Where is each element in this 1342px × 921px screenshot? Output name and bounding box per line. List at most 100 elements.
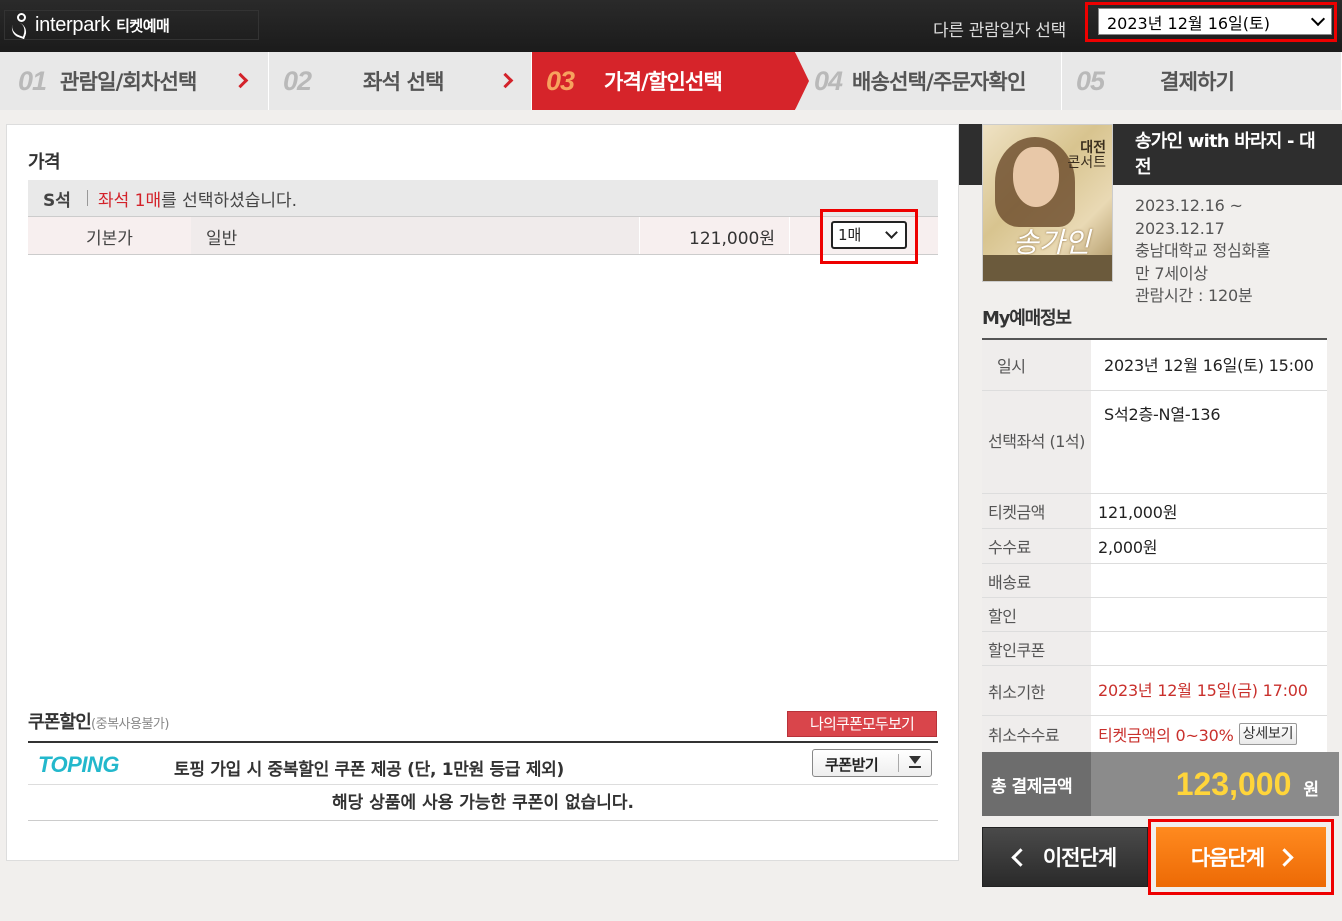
- download-icon: [909, 756, 921, 770]
- info-key: 배송료: [982, 564, 1091, 597]
- price-name: 일반: [191, 217, 640, 254]
- chevron-down-icon: [885, 226, 898, 239]
- step-5-label: 결제하기: [1160, 70, 1235, 94]
- info-value: [1091, 598, 1327, 631]
- my-booking-table: 일시 2023년 12월 16일(토) 15:00 선택좌석 (1석) S석2층…: [982, 338, 1327, 753]
- other-date-label: 다른 관람일자 선택: [933, 21, 1066, 41]
- coupon-title-text: 쿠폰할인: [28, 712, 92, 733]
- info-value: 2023년 12월 15일(금) 17:00: [1091, 666, 1327, 715]
- info-key: 취소수수료: [982, 716, 1091, 752]
- step-3-number: 03: [546, 65, 575, 96]
- info-row-cancel-deadline: 취소기한 2023년 12월 15일(금) 17:00: [982, 666, 1327, 716]
- get-coupon-button[interactable]: 쿠폰받기: [812, 749, 932, 777]
- info-key: 수수료: [982, 529, 1091, 563]
- quantity-value: 1매: [838, 226, 862, 244]
- total-label: 총 결제금액: [982, 752, 1091, 816]
- info-row-fee: 수수료 2,000원: [982, 529, 1327, 564]
- previous-step-label: 이전단계: [1042, 846, 1117, 870]
- total-payment: 총 결제금액 123,000 원: [982, 752, 1339, 816]
- logo-text: interpark: [35, 13, 111, 36]
- step-2-label: 좌석 선택: [363, 70, 444, 94]
- step-2[interactable]: 02 좌석 선택: [269, 52, 532, 110]
- step-navigation: 01 관람일/회차선택 02 좌석 선택 03 가격/할인선택 04 배송선택/…: [0, 52, 1342, 110]
- date-select[interactable]: 2023년 12월 16일(토): [1098, 8, 1332, 35]
- show-info: 2023.12.16 ~ 2023.12.17 충남대학교 정심화홀 만 7세이…: [1135, 195, 1271, 308]
- step-2-number: 02: [283, 65, 312, 96]
- show-runtime: 관람시간 : 120분: [1135, 286, 1253, 305]
- step-1[interactable]: 01 관람일/회차선택: [0, 52, 269, 110]
- info-value: S석2층-N열-136: [1091, 391, 1327, 493]
- info-value: 티켓금액의 0~30% 상세보기: [1091, 716, 1327, 752]
- divider: [87, 190, 88, 206]
- step-3[interactable]: 03 가격/할인선택: [532, 52, 809, 110]
- info-row-discount: 할인: [982, 598, 1327, 632]
- show-venue: 충남대학교 정심화홀: [1135, 241, 1271, 260]
- interpark-logo[interactable]: interpark 티켓예매: [4, 10, 259, 40]
- step-4[interactable]: 04 배송선택/주문자확인: [796, 52, 1062, 110]
- previous-step-button[interactable]: 이전단계: [982, 827, 1148, 887]
- view-my-coupons-button[interactable]: 나의쿠폰모두보기: [787, 711, 937, 737]
- step-4-label: 배송선택/주문자확인: [852, 70, 1026, 94]
- step-5[interactable]: 05 결제하기: [1062, 52, 1342, 110]
- my-booking-title: My예매정보: [982, 308, 1072, 329]
- toping-message: 토핑 가입 시 중복할인 쿠폰 제공 (단, 1만원 등급 제외): [174, 760, 564, 780]
- quantity-highlight: 1매: [820, 209, 918, 264]
- info-value: 2,000원: [1091, 529, 1327, 563]
- info-row-seat: 선택좌석 (1석) S석2층-N열-136: [982, 391, 1327, 494]
- show-age: 만 7세이상: [1135, 263, 1208, 283]
- price-row: 기본가 일반 121,000원: [28, 217, 938, 255]
- show-poster: 대전 콘서트 송가인: [982, 124, 1113, 282]
- info-key: 일시: [982, 340, 1091, 390]
- price-type: 기본가: [28, 217, 191, 254]
- step-3-label: 가격/할인선택: [604, 70, 723, 94]
- seat-count: 좌석 1매: [98, 190, 162, 211]
- info-row-cancel-fee: 취소수수료 티켓금액의 0~30% 상세보기: [982, 716, 1327, 753]
- total-value: 123,000: [1175, 765, 1292, 802]
- poster-line-2: 콘서트: [1067, 155, 1106, 171]
- info-value: 121,000원: [1091, 494, 1327, 528]
- info-row-delivery: 배송료: [982, 564, 1327, 598]
- coupon-title: 쿠폰할인(중복사용불가): [28, 708, 169, 734]
- date-select-highlight: 2023년 12월 16일(토): [1085, 2, 1337, 42]
- cancel-fee-detail-button[interactable]: 상세보기: [1238, 723, 1298, 745]
- next-step-highlight: 다음단계: [1148, 819, 1334, 895]
- info-value: [1091, 632, 1327, 665]
- step-1-number: 01: [18, 65, 47, 96]
- info-key: 할인: [982, 598, 1091, 631]
- divider: [898, 754, 899, 772]
- poster-face: [1013, 147, 1059, 207]
- chevron-right-icon: [497, 72, 514, 89]
- poster-bottom: [983, 255, 1112, 281]
- info-value: 2023년 12월 16일(토) 15:00: [1091, 340, 1327, 390]
- next-step-button[interactable]: 다음단계: [1156, 827, 1326, 887]
- chevron-right-icon: [1275, 847, 1294, 867]
- step-1-label: 관람일/회차선택: [60, 70, 197, 94]
- seat-selection-message: 좌석 1매를 선택하셨습니다.: [98, 186, 297, 211]
- coupon-subtitle: (중복사용불가): [91, 717, 169, 732]
- chevron-down-icon: [1310, 11, 1326, 27]
- info-key: 할인쿠폰: [982, 632, 1091, 665]
- person-icon: [9, 12, 31, 40]
- seat-grade-bar: S석 좌석 1매를 선택하셨습니다.: [28, 180, 938, 217]
- info-row-datetime: 일시 2023년 12월 16일(토) 15:00: [982, 340, 1327, 391]
- show-period-end: 2023.12.17: [1135, 218, 1225, 238]
- info-key: 티켓금액: [982, 494, 1091, 528]
- date-select-value: 2023년 12월 16일(토): [1107, 13, 1270, 33]
- info-key: 취소기한: [982, 666, 1091, 715]
- step-5-number: 05: [1076, 65, 1105, 96]
- step-4-number: 04: [814, 65, 843, 96]
- no-coupon-message: 해당 상품에 사용 가능한 쿠폰이 없습니다.: [28, 785, 938, 821]
- seat-message-suffix: 를 선택하셨습니다.: [161, 190, 298, 211]
- toping-logo: TOPING: [38, 752, 119, 777]
- quantity-select[interactable]: 1매: [831, 221, 907, 249]
- info-value: [1091, 564, 1327, 597]
- info-row-ticket-price: 티켓금액 121,000원: [982, 494, 1327, 529]
- show-title: 송가인 with 바라지 - 대전: [1135, 131, 1316, 178]
- toping-coupon-row: TOPING 토핑 가입 시 중복할인 쿠폰 제공 (단, 1만원 등급 제외)…: [28, 743, 938, 785]
- show-period-start: 2023.12.16 ~: [1135, 196, 1243, 215]
- get-coupon-label: 쿠폰받기: [825, 756, 879, 774]
- chevron-left-icon: [1011, 847, 1030, 867]
- cancel-fee-text: 티켓금액의 0~30%: [1098, 726, 1234, 745]
- price-panel: 가격 S석 좌석 1매를 선택하셨습니다. 기본가 일반 121,000원 1매…: [6, 124, 959, 861]
- seat-grade: S석: [43, 190, 71, 211]
